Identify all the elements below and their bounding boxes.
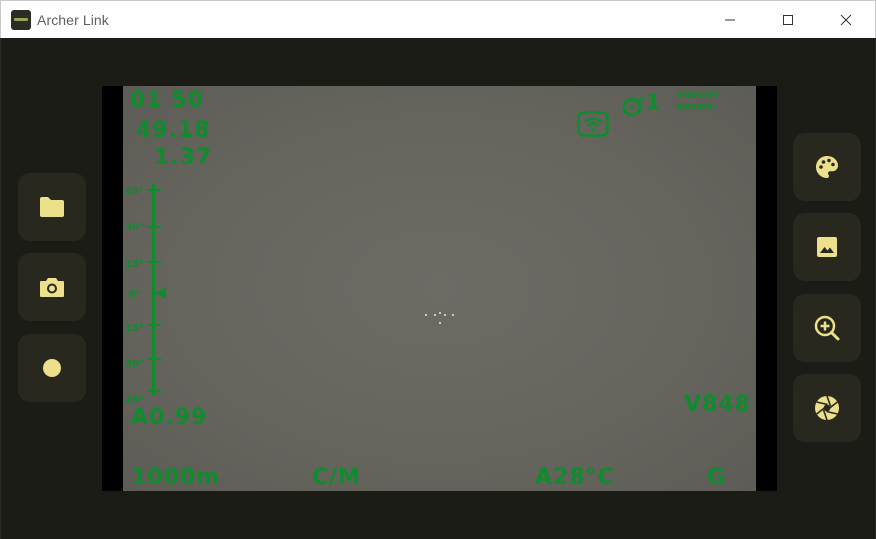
osd-temperature: A28°C — [535, 465, 615, 490]
wifi-icon — [577, 111, 609, 137]
thermal-feed[interactable]: 01 50 49.18 1.37 45° 30° 15° 0° 15° 30° … — [123, 86, 756, 491]
profile-line-1: 300WM — [676, 90, 718, 101]
crosshair — [425, 312, 455, 326]
tilt-scale-tick — [147, 226, 161, 228]
palette-button[interactable] — [793, 133, 861, 201]
zoom-in-icon — [814, 315, 840, 341]
crosshair-dot — [434, 314, 436, 316]
maximize-icon — [783, 14, 793, 25]
osd-voltage: V848 — [684, 392, 751, 417]
tilt-tick-label: 0° — [129, 289, 141, 300]
video-viewport: 01 50 49.18 1.37 45° 30° 15° 0° 15° 30° … — [102, 86, 777, 491]
record-button[interactable] — [18, 334, 86, 402]
tilt-scale-tick — [147, 261, 161, 263]
gallery-button[interactable] — [793, 213, 861, 281]
tilt-tick-label: 30° — [125, 359, 144, 370]
tilt-scale-tick — [147, 358, 161, 360]
app-logo-icon — [11, 10, 31, 30]
tilt-scale-tick — [147, 189, 161, 191]
maximize-button[interactable] — [765, 1, 811, 38]
window-title: Archer Link — [37, 12, 109, 28]
tilt-tick-label: 45° — [125, 186, 144, 197]
main-content: 01 50 49.18 1.37 45° 30° 15° 0° 15° 30° … — [0, 38, 876, 539]
crosshair-dot — [439, 312, 441, 314]
close-icon — [840, 14, 852, 25]
crosshair-dot — [452, 314, 454, 316]
camera-icon — [40, 278, 64, 297]
image-icon — [817, 237, 837, 257]
osd-angle: A0.99 — [131, 405, 208, 430]
profile-line-2: ARKER — [676, 102, 714, 113]
record-dot-icon — [43, 359, 61, 377]
osd-time: 01 50 — [130, 88, 204, 113]
shutter-aperture-icon — [815, 395, 839, 421]
minimize-button[interactable] — [707, 1, 753, 38]
folder-icon — [40, 197, 64, 217]
shutter-button[interactable] — [793, 374, 861, 442]
folder-button[interactable] — [18, 173, 86, 241]
crosshair-dot — [444, 314, 446, 316]
tilt-indicator-icon — [155, 287, 166, 299]
osd-units: C/M — [312, 465, 362, 490]
tilt-scale-tick — [147, 324, 161, 326]
tilt-scale-tick — [147, 390, 161, 392]
osd-range: 1000m — [131, 465, 221, 490]
osd-mode: G — [707, 465, 727, 490]
zoom-button[interactable] — [793, 294, 861, 362]
minimize-icon — [725, 19, 735, 20]
tilt-tick-label: 15° — [125, 259, 144, 270]
title-bar: Archer Link — [0, 0, 876, 38]
close-button[interactable] — [823, 1, 869, 38]
palette-icon — [816, 156, 838, 178]
osd-value-1: 49.18 — [136, 118, 211, 143]
profile-number: 1 — [646, 90, 661, 114]
osd-value-2: 1.37 — [154, 145, 213, 170]
profile-icon — [622, 96, 645, 117]
crosshair-dot — [425, 314, 427, 316]
tilt-tick-label: 30° — [125, 222, 144, 233]
crosshair-dot — [439, 322, 441, 324]
tilt-tick-label: 15° — [125, 323, 144, 334]
snapshot-button[interactable] — [18, 253, 86, 321]
